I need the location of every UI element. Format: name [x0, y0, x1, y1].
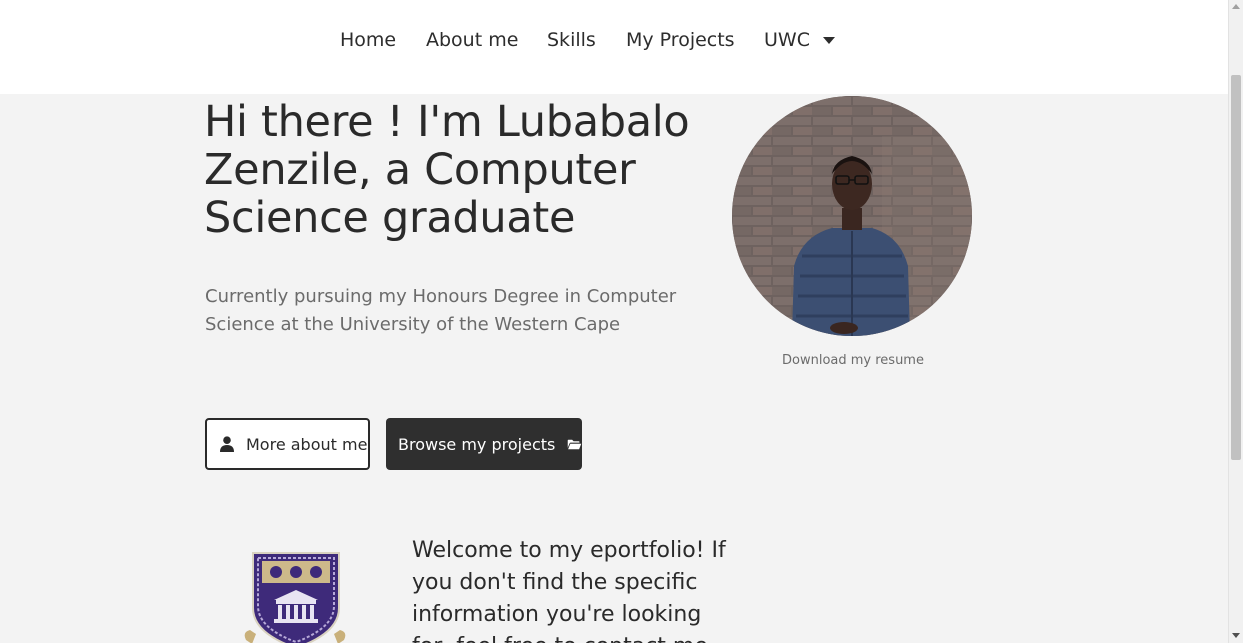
welcome-text: Welcome to my eportfolio! If you don't f… — [412, 538, 726, 643]
profile-photo-image — [732, 96, 972, 336]
user-icon — [220, 436, 234, 452]
hero-title: Hi there ! I'm Lubabalo Zenzile, a Compu… — [204, 97, 690, 243]
browse-projects-label: Browse my projects — [398, 434, 556, 454]
page-scrollbar[interactable] — [1228, 0, 1243, 643]
more-about-me-button[interactable]: More about me — [205, 418, 370, 470]
scrollbar-thumb[interactable] — [1231, 75, 1241, 460]
nav-about-me[interactable]: About me — [426, 29, 518, 51]
chevron-down-icon[interactable] — [823, 37, 835, 44]
profile-photo — [732, 96, 972, 336]
nav-home[interactable]: Home — [340, 29, 396, 51]
folder-open-icon — [568, 439, 582, 449]
scroll-up-arrow-icon[interactable] — [1232, 4, 1240, 9]
more-about-me-label: More about me — [246, 434, 368, 454]
scroll-down-arrow-icon[interactable] — [1232, 633, 1240, 638]
nav-skills[interactable]: Skills — [547, 29, 596, 51]
download-resume-link[interactable]: Download my resume — [782, 353, 924, 368]
nav-my-projects[interactable]: My Projects — [626, 29, 735, 51]
nav-uwc-dropdown[interactable]: UWC — [764, 29, 810, 51]
uwc-crest-logo — [240, 548, 350, 643]
browse-projects-button[interactable]: Browse my projects — [386, 418, 582, 470]
hero-subtitle: Currently pursuing my Honours Degree in … — [205, 286, 677, 335]
navbar: Home About me Skills My Projects UWC — [0, 0, 1228, 94]
